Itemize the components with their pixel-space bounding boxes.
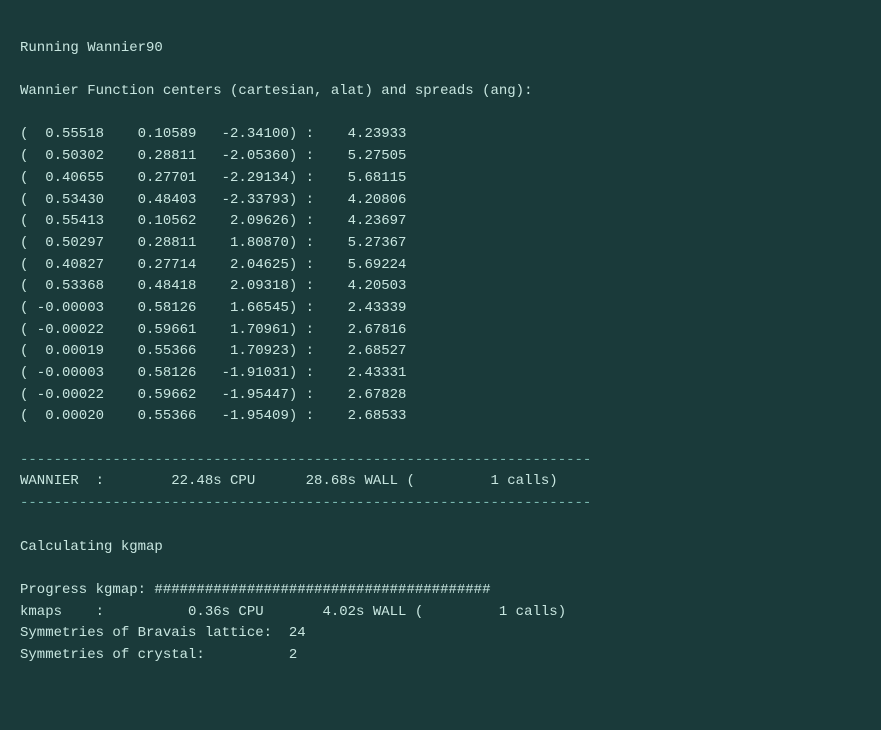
table-row: ( 0.00020 0.55366 -1.95409) : 2.68533 <box>20 406 861 428</box>
table-row: ( -0.00003 0.58126 -1.91031) : 2.43331 <box>20 363 861 385</box>
table-row: ( 0.55413 0.10562 2.09626) : 4.23697 <box>20 211 861 233</box>
separator-bottom: ----------------------------------------… <box>20 495 591 511</box>
table-row: ( 0.00019 0.55366 1.70923) : 2.68527 <box>20 341 861 363</box>
table-row: ( 0.50302 0.28811 -2.05360) : 5.27505 <box>20 146 861 168</box>
table-row: ( -0.00022 0.59662 -1.95447) : 2.67828 <box>20 385 861 407</box>
symmetries-crystal: Symmetries of crystal: 2 <box>20 647 297 663</box>
header-line: Wannier Function centers (cartesian, ala… <box>20 83 532 99</box>
timing-section: ----------------------------------------… <box>20 428 861 667</box>
symmetries-bravais: Symmetries of Bravais lattice: 24 <box>20 625 306 641</box>
table-row: ( -0.00022 0.59661 1.70961) : 2.67816 <box>20 320 861 342</box>
calculating-kgmap: Calculating kgmap <box>20 539 163 555</box>
running-title: Running Wannier90 <box>20 40 163 56</box>
table-row: ( 0.53368 0.48418 2.09318) : 4.20503 <box>20 276 861 298</box>
wannier-timing: WANNIER : 22.48s CPU 28.68s WALL ( 1 cal… <box>20 473 558 489</box>
table-row: ( -0.00003 0.58126 1.66545) : 2.43339 <box>20 298 861 320</box>
terminal-output: Running Wannier90 Wannier Function cente… <box>20 16 861 124</box>
separator-top: ----------------------------------------… <box>20 452 591 468</box>
table-row: ( 0.53430 0.48403 -2.33793) : 4.20806 <box>20 190 861 212</box>
table-row: ( 0.40827 0.27714 2.04625) : 5.69224 <box>20 255 861 277</box>
progress-bar: ######################################## <box>154 582 490 598</box>
table-row: ( 0.55518 0.10589 -2.34100) : 4.23933 <box>20 124 861 146</box>
progress-kgmap-line: Progress kgmap: ########################… <box>20 582 490 598</box>
table-row: ( 0.40655 0.27701 -2.29134) : 5.68115 <box>20 168 861 190</box>
data-rows: ( 0.55518 0.10589 -2.34100) : 4.23933( 0… <box>20 124 861 428</box>
kmaps-timing: kmaps : 0.36s CPU 4.02s WALL ( 1 calls) <box>20 604 566 620</box>
table-row: ( 0.50297 0.28811 1.80870) : 5.27367 <box>20 233 861 255</box>
progress-label: Progress kgmap: <box>20 582 154 598</box>
